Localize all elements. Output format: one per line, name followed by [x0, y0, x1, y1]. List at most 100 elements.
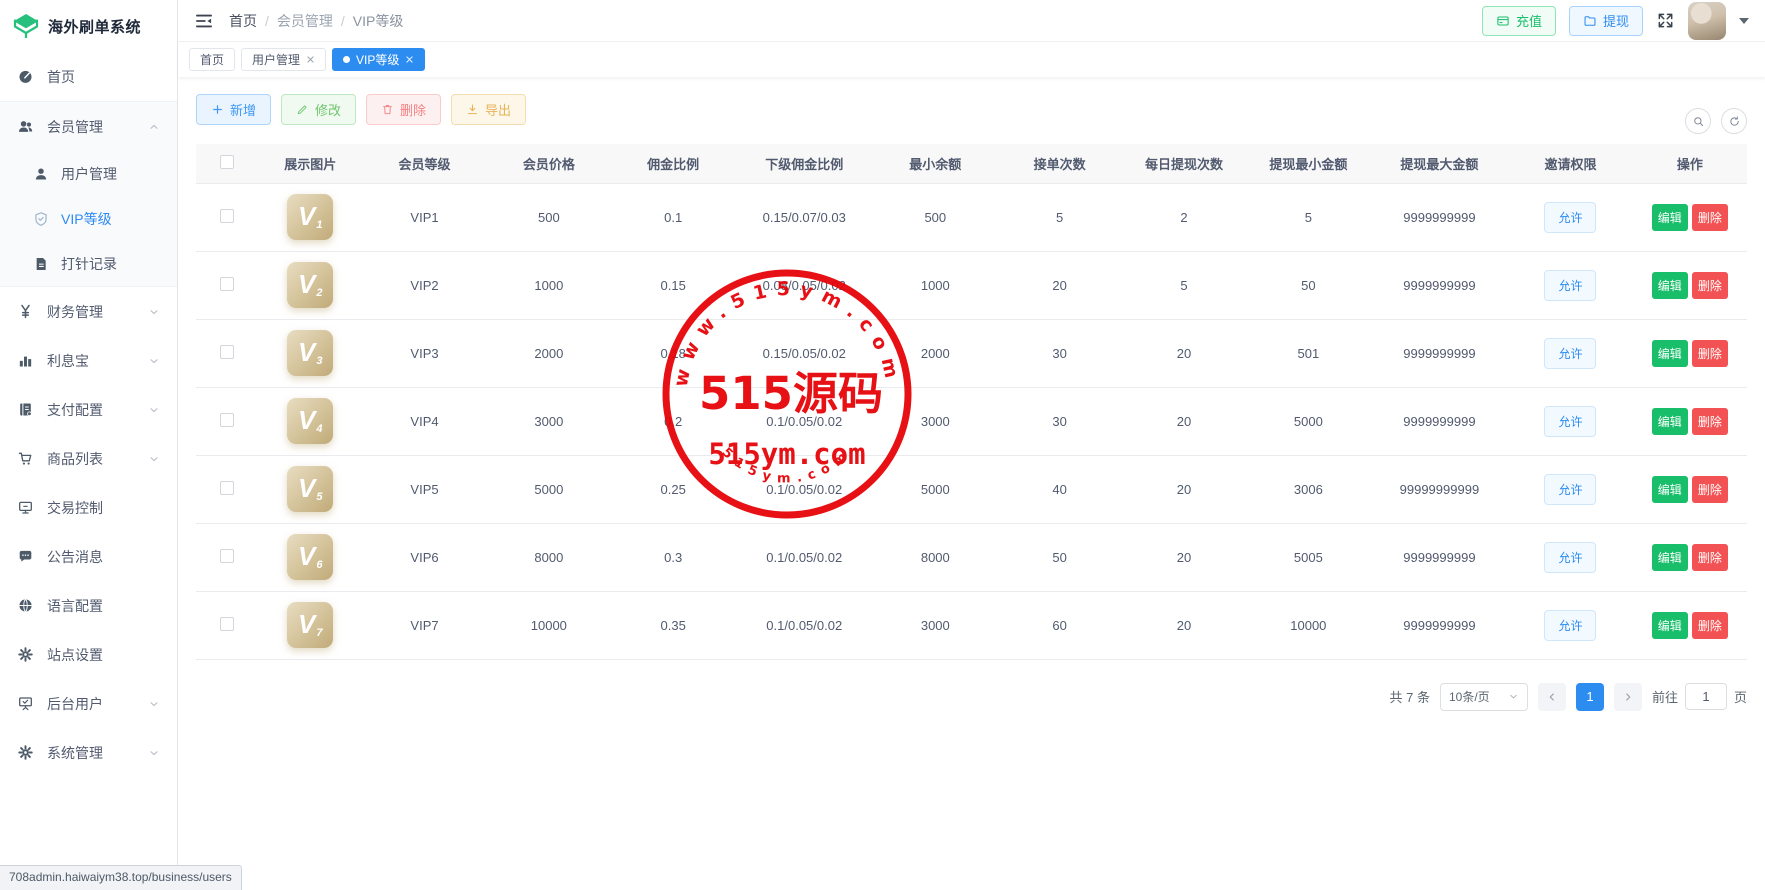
- row-delete-button[interactable]: 删除: [1692, 272, 1728, 299]
- message-icon: [17, 548, 34, 565]
- withdraw-button[interactable]: 提现: [1569, 6, 1643, 36]
- delete-button[interactable]: 删除: [366, 94, 441, 125]
- col-header-price: 会员价格: [487, 144, 611, 183]
- export-button[interactable]: 导出: [451, 94, 526, 125]
- cell-max-withdraw: 9999999999: [1371, 387, 1509, 455]
- row-delete-button[interactable]: 删除: [1692, 340, 1728, 367]
- cell-min-withdraw: 5005: [1246, 523, 1370, 591]
- cell-max-withdraw: 9999999999: [1371, 523, 1509, 591]
- cell-daily-withdrawals: 20: [1122, 387, 1246, 455]
- invite-allow-button[interactable]: 允许: [1544, 202, 1596, 233]
- sidebar-item-vip-levels[interactable]: VIP等级: [0, 196, 177, 241]
- next-page-button[interactable]: [1614, 683, 1642, 711]
- sidebar-item-user-mgmt[interactable]: 用户管理: [0, 151, 177, 196]
- chevron-up-icon: [148, 121, 160, 133]
- sidebar-item-injection-records[interactable]: 打针记录: [0, 241, 177, 286]
- sidebar-item-products[interactable]: 商品列表: [0, 434, 177, 483]
- row-edit-button[interactable]: 编辑: [1652, 272, 1688, 299]
- sidebar-item-admin-users[interactable]: 后台用户: [0, 679, 177, 728]
- pagination-total: 共 7 条: [1390, 687, 1430, 706]
- sidebar-item-site-settings[interactable]: 站点设置: [0, 630, 177, 679]
- sidebar-item-announcements[interactable]: 公告消息: [0, 532, 177, 581]
- sidebar-item-interest[interactable]: 利息宝: [0, 336, 177, 385]
- cell-price: 8000: [487, 523, 611, 591]
- sidebar-item-label: 会员管理: [47, 117, 103, 137]
- sidebar-item-label: 用户管理: [61, 164, 117, 184]
- row-edit-button[interactable]: 编辑: [1652, 544, 1688, 571]
- folder-icon: [1583, 14, 1597, 28]
- table-row: V7 VIP7 10000 0.35 0.1/0.05/0.02 3000 60…: [196, 591, 1747, 659]
- avatar[interactable]: [1688, 2, 1726, 40]
- tab-vip-levels[interactable]: VIP等级: [332, 48, 425, 71]
- invite-allow-button[interactable]: 允许: [1544, 474, 1596, 505]
- table-row: V5 VIP5 5000 0.25 0.1/0.05/0.02 5000 40 …: [196, 455, 1747, 523]
- cell-min-balance: 3000: [873, 591, 997, 659]
- row-delete-button[interactable]: 删除: [1692, 408, 1728, 435]
- row-checkbox[interactable]: [220, 277, 234, 291]
- prev-page-button[interactable]: [1538, 683, 1566, 711]
- row-checkbox[interactable]: [220, 345, 234, 359]
- user-menu-caret-icon[interactable]: [1739, 18, 1749, 24]
- sidebar-item-home[interactable]: 首页: [0, 52, 177, 101]
- cell-daily-withdrawals: 5: [1122, 251, 1246, 319]
- sidebar-item-system-mgmt[interactable]: 系统管理: [0, 728, 177, 777]
- table-row: V6 VIP6 8000 0.3 0.1/0.05/0.02 8000 50 2…: [196, 523, 1747, 591]
- row-delete-button[interactable]: 删除: [1692, 476, 1728, 503]
- row-delete-button[interactable]: 删除: [1692, 204, 1728, 231]
- breadcrumb-section[interactable]: 会员管理: [277, 11, 333, 31]
- invite-allow-button[interactable]: 允许: [1544, 338, 1596, 369]
- sidebar-item-label: 交易控制: [47, 498, 103, 518]
- row-checkbox[interactable]: [220, 209, 234, 223]
- row-checkbox[interactable]: [220, 481, 234, 495]
- row-edit-button[interactable]: 编辑: [1652, 476, 1688, 503]
- row-checkbox[interactable]: [220, 413, 234, 427]
- cell-commission: 0.25: [611, 455, 735, 523]
- goto-page-input[interactable]: [1685, 683, 1727, 710]
- cell-level: VIP7: [362, 591, 486, 659]
- row-edit-button[interactable]: 编辑: [1652, 204, 1688, 231]
- invite-allow-button[interactable]: 允许: [1544, 542, 1596, 573]
- tab-home[interactable]: 首页: [189, 48, 235, 71]
- table-row: V3 VIP3 2000 0.18 0.15/0.05/0.02 2000 30…: [196, 319, 1747, 387]
- invite-allow-button[interactable]: 允许: [1544, 270, 1596, 301]
- sidebar-item-trade-control[interactable]: 交易控制: [0, 483, 177, 532]
- row-checkbox[interactable]: [220, 549, 234, 563]
- row-checkbox[interactable]: [220, 617, 234, 631]
- row-delete-button[interactable]: 删除: [1692, 544, 1728, 571]
- sidebar-item-label: 财务管理: [47, 302, 103, 322]
- row-edit-button[interactable]: 编辑: [1652, 612, 1688, 639]
- chevron-down-icon: [148, 355, 160, 367]
- cell-max-withdraw: 99999999999: [1371, 455, 1509, 523]
- select-all-checkbox[interactable]: [220, 155, 234, 169]
- vip-badge-image: V7: [287, 602, 333, 648]
- page-number-1[interactable]: 1: [1576, 683, 1604, 711]
- page-size-select[interactable]: 10条/页: [1440, 683, 1528, 711]
- tab-user-mgmt[interactable]: 用户管理: [241, 48, 326, 71]
- fullscreen-icon[interactable]: [1656, 11, 1675, 30]
- search-icon[interactable]: [1685, 108, 1711, 134]
- row-edit-button[interactable]: 编辑: [1652, 408, 1688, 435]
- refresh-icon[interactable]: [1721, 108, 1747, 134]
- cell-min-withdraw: 3006: [1246, 455, 1370, 523]
- cell-price: 500: [487, 183, 611, 251]
- invite-allow-button[interactable]: 允许: [1544, 406, 1596, 437]
- sidebar-item-member-mgmt[interactable]: 会员管理: [0, 102, 177, 151]
- row-edit-button[interactable]: 编辑: [1652, 340, 1688, 367]
- cell-max-withdraw: 9999999999: [1371, 251, 1509, 319]
- sidebar-item-language[interactable]: 语言配置: [0, 581, 177, 630]
- close-icon[interactable]: [405, 55, 414, 64]
- add-button[interactable]: 新增: [196, 94, 271, 125]
- breadcrumb-home[interactable]: 首页: [229, 11, 257, 31]
- sidebar-item-payment-config[interactable]: 支付配置: [0, 385, 177, 434]
- cell-min-balance: 500: [873, 183, 997, 251]
- recharge-button[interactable]: 充值: [1482, 6, 1556, 36]
- modify-button[interactable]: 修改: [281, 94, 356, 125]
- cell-level: VIP1: [362, 183, 486, 251]
- row-delete-button[interactable]: 删除: [1692, 612, 1728, 639]
- shield-icon: [33, 211, 49, 227]
- close-icon[interactable]: [306, 55, 315, 64]
- invite-allow-button[interactable]: 允许: [1544, 610, 1596, 641]
- app-title: 海外刷单系统: [48, 16, 141, 37]
- collapse-menu-icon[interactable]: [194, 11, 214, 31]
- sidebar-item-finance[interactable]: 财务管理: [0, 287, 177, 336]
